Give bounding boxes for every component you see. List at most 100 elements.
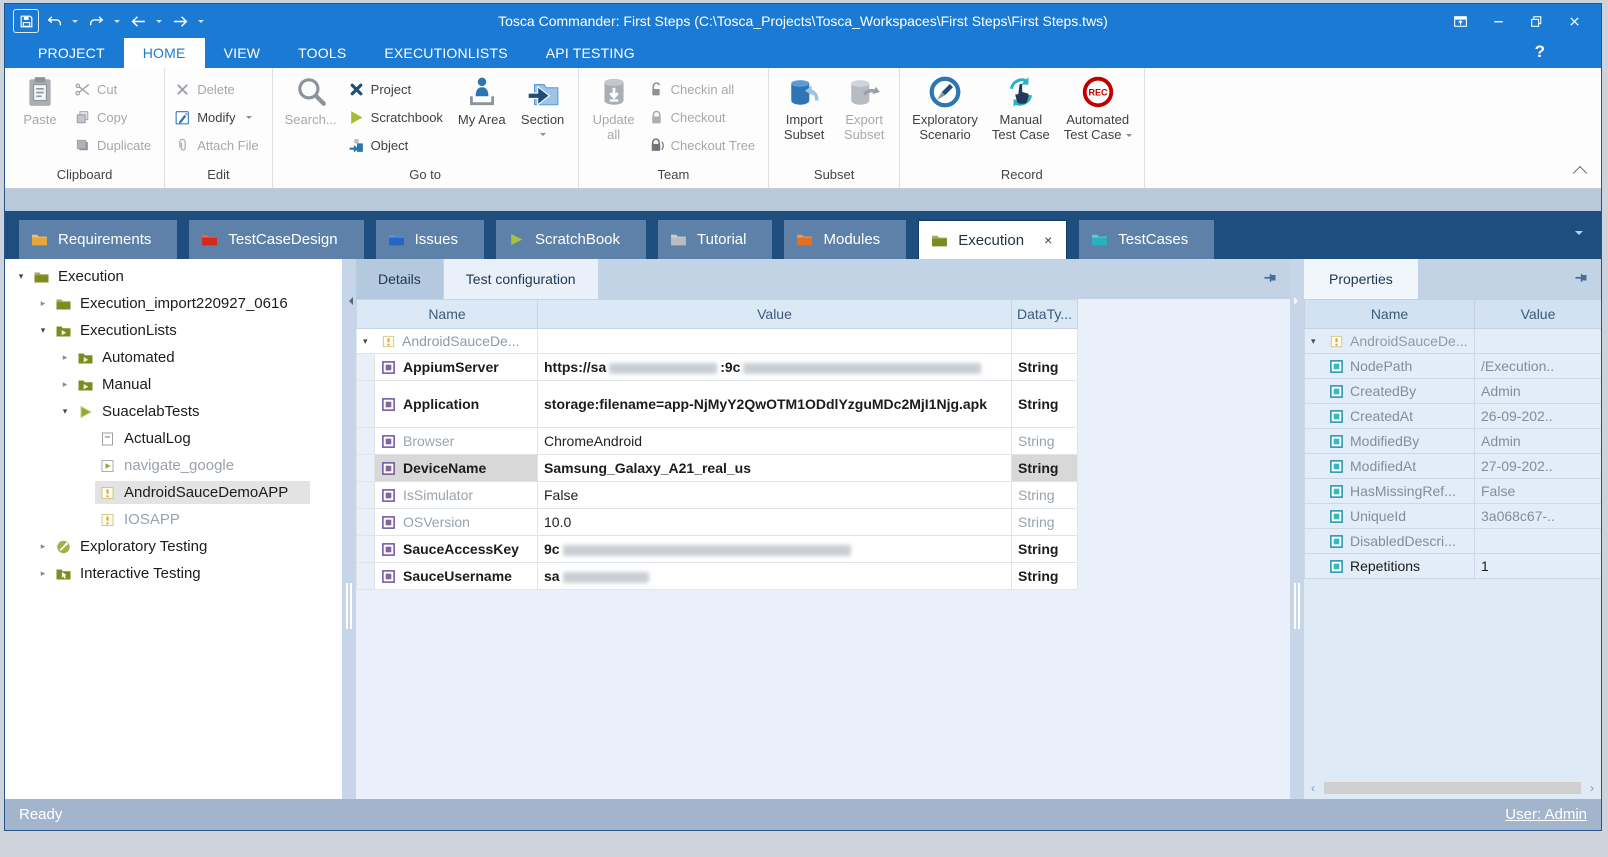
modify-button[interactable]: Modify [170,103,266,131]
tree-item-iosapp[interactable]: IOSAPP [5,506,342,533]
tab-properties[interactable]: Properties [1304,259,1418,299]
param-value[interactable]: sa [538,563,1012,590]
column-header-value[interactable]: Value [538,300,1012,329]
doc-tab-execution[interactable]: Execution× [918,220,1067,259]
config-row-issimulator[interactable]: IsSimulatorFalseString [357,482,1078,509]
prop-row-modifiedby[interactable]: ModifiedByAdmin [1305,429,1602,454]
collapse-right-arrow-icon[interactable] [1294,297,1302,305]
ribbon-display-button[interactable] [1443,8,1477,34]
object-button[interactable]: Object [344,131,451,159]
tab-list-caret-icon[interactable] [1575,231,1583,239]
tree-item-exploratory-testing[interactable]: ▸Exploratory Testing [5,533,342,560]
collapse-ribbon-icon[interactable] [1573,166,1587,180]
scratchbook-button[interactable]: Scratchbook [344,103,451,131]
row-expander-icon[interactable]: ▾ [363,336,375,347]
tree-scrollbar-thumb[interactable] [346,583,348,629]
ribbon-tab-project[interactable]: PROJECT [19,38,124,68]
param-value[interactable]: storage:filename=app-NjMyY2QwOTM1ODdlYzg… [538,381,1012,428]
user-link[interactable]: User: Admin [1505,806,1587,823]
pin-icon[interactable] [1262,271,1278,287]
paste-button[interactable]: Paste [10,71,70,128]
tree-item-suacelabtests[interactable]: ▾SuacelabTests [5,398,342,425]
checkin-all-button[interactable]: Checkin all [644,75,764,103]
search-button[interactable]: Search... [278,71,344,128]
column-header-datatype[interactable]: DataTy... [1012,300,1078,329]
collapse-left-arrow-icon[interactable] [345,297,353,305]
tree-item-automated[interactable]: ▸Automated [5,344,342,371]
hscrollbar-thumb[interactable] [1324,782,1581,794]
tree-item-executionlists[interactable]: ▾ExecutionLists [5,317,342,344]
doc-tab-testcases[interactable]: TestCases [1079,220,1214,259]
tree-expander-icon[interactable]: ▾ [13,271,29,282]
prop-row-createdby[interactable]: CreatedByAdmin [1305,379,1602,404]
exploratory-scenario-button[interactable]: Exploratory Scenario [905,71,985,142]
row-expander-icon[interactable]: ▾ [1311,336,1323,347]
param-value[interactable]: ChromeAndroid [538,428,1012,455]
prop-row-createdat[interactable]: CreatedAt26-09-202.. [1305,404,1602,429]
minimize-button[interactable] [1481,8,1515,34]
properties-hscrollbar[interactable]: ‹ › [1306,780,1599,795]
dropdown-caret-icon[interactable] [72,20,78,26]
ribbon-tab-view[interactable]: VIEW [205,38,280,68]
prop-row-nodepath[interactable]: NodePath/Execution.. [1305,354,1602,379]
help-button[interactable]: ? [1535,42,1545,62]
column-header-name[interactable]: Name [1305,300,1475,329]
doc-tab-issues[interactable]: Issues [376,220,484,259]
center-scrollbar-thumb[interactable] [1294,583,1296,629]
copy-button[interactable]: Copy [70,103,159,131]
column-header-name[interactable]: Name [357,300,538,329]
tree-expander-icon[interactable]: ▸ [35,298,51,309]
dropdown-caret-icon[interactable] [198,20,204,26]
prop-row-repetitions[interactable]: Repetitions1 [1305,554,1602,579]
section-button[interactable]: Section [513,71,573,137]
redo-button[interactable] [83,9,109,33]
left-splitter[interactable] [342,259,356,799]
restore-button[interactable] [1519,8,1553,34]
prop-row-hasmissingref[interactable]: HasMissingRef...False [1305,479,1602,504]
column-header-value[interactable]: Value [1475,300,1602,329]
tab-details[interactable]: Details [356,259,443,299]
config-row-appiumserver[interactable]: AppiumServerhttps://sa:9cString [357,354,1078,381]
export-subset-button[interactable]: Export Subset [834,71,894,142]
right-splitter[interactable] [1290,259,1304,799]
config-row-sauceusername[interactable]: SauceUsernamesaString [357,563,1078,590]
tree-item-manual[interactable]: ▸Manual [5,371,342,398]
tree-expander-icon[interactable]: ▸ [35,568,51,579]
param-value[interactable]: False [538,482,1012,509]
tree-expander-icon[interactable]: ▾ [57,406,73,417]
import-subset-button[interactable]: Import Subset [774,71,834,142]
checkout-tree-button[interactable]: Checkout Tree [644,131,764,159]
save-button[interactable] [13,9,39,33]
close-button[interactable] [1557,8,1591,34]
tree-item-execution-import220927-0616[interactable]: ▸Execution_import220927_0616 [5,290,342,317]
config-row-devicename[interactable]: DeviceNameSamsung_Galaxy_A21_real_usStri… [357,455,1078,482]
config-row-osversion[interactable]: OSVersion10.0String [357,509,1078,536]
tree-item-interactive-testing[interactable]: ▸Interactive Testing [5,560,342,587]
dropdown-caret-icon[interactable] [114,20,120,26]
pin-icon[interactable] [1573,271,1589,287]
param-value[interactable]: 9c [538,536,1012,563]
my-area-button[interactable]: My Area [451,71,513,128]
close-tab-icon[interactable]: × [1044,233,1052,247]
ribbon-tab-tools[interactable]: TOOLS [279,38,365,68]
ribbon-tab-home[interactable]: HOME [124,38,205,68]
prop-row-uniqueid[interactable]: UniqueId3a068c67-.. [1305,504,1602,529]
doc-tab-modules[interactable]: Modules [784,220,906,259]
prop-row-modifiedat[interactable]: ModifiedAt27-09-202.. [1305,454,1602,479]
attach-file-button[interactable]: Attach File [170,131,266,159]
scroll-right-arrow-icon[interactable]: › [1585,782,1599,794]
duplicate-button[interactable]: Duplicate [70,131,159,159]
props-group-row[interactable]: ▾AndroidSauceDe... [1305,329,1602,354]
ribbon-tab-executionlists[interactable]: EXECUTIONLISTS [365,38,526,68]
checkout-button[interactable]: Checkout [644,103,764,131]
tree-expander-icon[interactable]: ▸ [57,352,73,363]
update-all-button[interactable]: Update all [584,71,644,142]
ribbon-tab-api-testing[interactable]: API TESTING [527,38,654,68]
tree-item-androidsaucedemoapp[interactable]: AndroidSauceDemoAPP [5,479,342,506]
tree-expander-icon[interactable]: ▸ [35,541,51,552]
config-group-row[interactable]: ▾AndroidSauceDe... [357,329,1078,354]
back-button[interactable] [125,9,151,33]
scroll-left-arrow-icon[interactable]: ‹ [1306,782,1320,794]
tree-item-navigate-google[interactable]: navigate_google [5,452,342,479]
doc-tab-tutorial[interactable]: Tutorial [658,220,772,259]
